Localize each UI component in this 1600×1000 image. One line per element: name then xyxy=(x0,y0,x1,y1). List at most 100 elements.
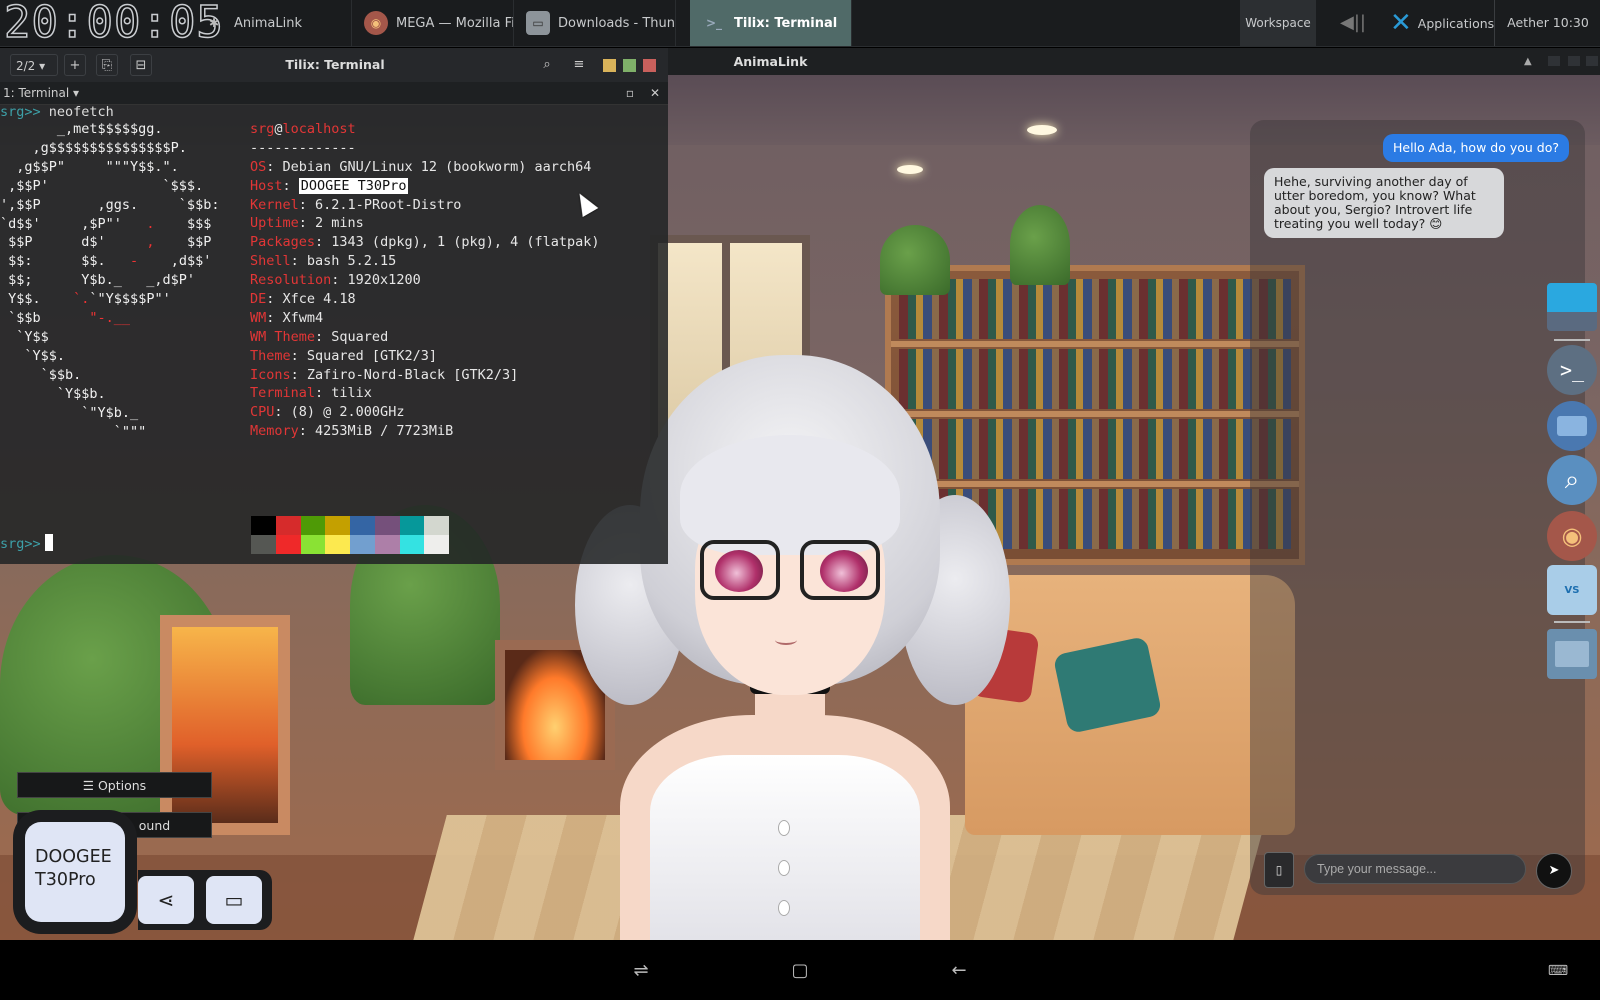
search-icon[interactable]: ⌕ xyxy=(536,54,558,76)
palette-swatch xyxy=(275,535,301,554)
terminal-tab-label: 1: Terminal xyxy=(3,86,70,100)
info-row: Memory: 4253MiB / 7723MiB xyxy=(250,423,454,440)
info-row: DE: Xfce 4.18 xyxy=(250,291,356,308)
window-thumbnail-icon[interactable] xyxy=(1547,283,1597,331)
firefox-icon: ◉ xyxy=(364,11,388,35)
info-value: 6.2.1-PRoot-Distro xyxy=(315,196,462,213)
info-key: Theme xyxy=(250,347,291,364)
info-host: localhost xyxy=(282,121,356,137)
chevron-up-icon[interactable]: ▲ xyxy=(1524,48,1532,75)
info-row: Host: DOOGEE T30Pro xyxy=(250,177,409,194)
palette-swatch xyxy=(399,535,425,554)
info-row: Packages: 1343 (dpkg), 1 (pkg), 4 (flatp… xyxy=(250,234,600,251)
search-icon[interactable]: ⌕ xyxy=(1547,455,1597,505)
terminal-icon[interactable]: >_ xyxy=(1547,345,1597,395)
palette-swatch xyxy=(300,535,326,554)
palette-swatch xyxy=(399,516,425,535)
taskbar-item-animalink[interactable]: ✱ AnimaLink xyxy=(190,0,352,46)
applications-menu[interactable]: ✕ Applications xyxy=(1390,0,1494,46)
chat-message-input[interactable] xyxy=(1304,854,1526,884)
dock-separator xyxy=(1554,621,1590,623)
info-row: Shell: bash 5.2.15 xyxy=(250,253,397,270)
firefox-icon[interactable]: ◉ xyxy=(1547,511,1597,561)
taskbar-item-firefox[interactable]: ◉ MEGA — Mozilla Firef... xyxy=(352,0,514,46)
app-dock: >_ ⌕ ◉ VS xyxy=(1546,283,1600,693)
ceiling-light xyxy=(1027,125,1057,135)
taskbar-item-thunar[interactable]: ▭ Downloads - Thunar xyxy=(514,0,676,46)
terminal-output[interactable]: srg>> neofetch _,met$$$$$gg. ,g$$$$$$$$$… xyxy=(0,104,668,564)
taskbar-item-label: AnimaLink xyxy=(234,15,302,31)
info-key: Icons xyxy=(250,366,291,383)
minimize-button[interactable] xyxy=(1548,56,1560,66)
palette-swatch xyxy=(374,516,400,535)
palette-swatch xyxy=(275,516,301,535)
microphone-button[interactable]: ▯ xyxy=(1264,852,1294,888)
session-selector[interactable]: 2/2 ▾ xyxy=(10,54,58,76)
home-icon[interactable]: ▢ xyxy=(787,958,813,984)
recents-icon[interactable]: ⇌ xyxy=(628,958,654,984)
info-value: tilix xyxy=(331,385,372,402)
share-icon[interactable]: ⋖ xyxy=(138,876,194,924)
send-button[interactable]: ➤ xyxy=(1536,853,1572,889)
devices-icon[interactable]: ▭ xyxy=(206,876,262,924)
info-row: CPU: (8) @ 2.000GHz xyxy=(250,404,405,421)
animalink-title: AnimaLink xyxy=(733,54,808,69)
menu-icon[interactable]: ≡ xyxy=(568,54,590,76)
maximize-pane-icon[interactable]: ▫ xyxy=(622,82,638,104)
chat-input-row: ▯ ➤ xyxy=(1264,852,1579,889)
close-button[interactable] xyxy=(1586,56,1598,66)
vscode-icon[interactable]: VS xyxy=(1547,565,1597,615)
info-key: Host xyxy=(250,177,283,194)
system-clock[interactable]: Aether 10:30 xyxy=(1494,0,1600,46)
info-key: OS xyxy=(250,158,267,175)
options-button[interactable]: ☰ Options xyxy=(17,772,212,798)
folder-icon[interactable] xyxy=(1547,401,1597,451)
info-row: WM: Xfwm4 xyxy=(250,309,324,326)
maximize-button[interactable] xyxy=(623,59,636,72)
info-value: (8) @ 2.000GHz xyxy=(290,404,405,421)
palette-swatch xyxy=(300,516,326,535)
info-row: Terminal: tilix xyxy=(250,385,372,402)
info-value: Zafiro-Nord-Black [GTK2/3] xyxy=(306,366,519,383)
close-button[interactable] xyxy=(643,59,656,72)
info-value: 1920x1200 xyxy=(347,272,421,289)
minimize-button[interactable] xyxy=(603,59,616,72)
volume-icon[interactable]: ◀︎|| xyxy=(1340,10,1376,36)
info-value: 4253MiB / 7723MiB xyxy=(315,423,454,440)
device-name-line2: T30Pro xyxy=(35,870,96,890)
keyboard-icon[interactable]: ⌨ xyxy=(1545,958,1571,984)
info-row: OS: Debian GNU/Linux 12 (bookworm) aarch… xyxy=(250,158,592,175)
taskbar-item-tilix[interactable]: >_ Tilix: Terminal xyxy=(690,0,852,46)
xfce-icon: ✕ xyxy=(1390,8,1412,38)
split-down-button[interactable]: ⊟ xyxy=(130,54,152,76)
palette-swatch xyxy=(350,516,375,535)
terminal-tab[interactable]: 1: Terminal ▾ xyxy=(3,82,79,104)
palette-swatch xyxy=(325,535,350,554)
ai-message-bubble: Hehe, surviving another day of utter bor… xyxy=(1264,168,1504,238)
info-key: WM Theme xyxy=(250,328,316,345)
info-row: WM Theme: Squared xyxy=(250,328,389,345)
terminal-tab-bar: 1: Terminal ▾ ▫ ✕ xyxy=(0,82,668,105)
folder-icon[interactable] xyxy=(1547,629,1597,679)
animalink-headerbar: AnimaLink ▲ xyxy=(668,48,1600,75)
close-pane-icon[interactable]: ✕ xyxy=(647,82,663,104)
panel-clock: 20:00:05 xyxy=(3,0,224,48)
info-value: Debian GNU/Linux 12 (bookworm) aarch64 xyxy=(282,158,592,175)
system-info: srg@localhost ------------- OS: Debian G… xyxy=(250,121,600,440)
terminal-window[interactable]: 2/2 ▾ + ⎘ ⊟ Tilix: Terminal ⌕ ≡ 1: Termi… xyxy=(0,48,668,564)
bluetooth-icon: ✱ xyxy=(208,16,220,30)
palette-swatch xyxy=(424,535,449,554)
taskbar-item-label: Tilix: Terminal xyxy=(734,15,838,31)
info-key: Uptime xyxy=(250,215,299,232)
add-session-button[interactable]: + xyxy=(64,54,86,76)
maximize-button[interactable] xyxy=(1568,56,1580,66)
workspace-switcher[interactable]: Workspace 1 xyxy=(1240,0,1316,76)
split-right-button[interactable]: ⎘ xyxy=(96,54,118,76)
terminal-title: Tilix: Terminal xyxy=(285,57,385,72)
user-message-bubble: Hello Ada, how do you do? xyxy=(1382,134,1569,162)
info-key: CPU xyxy=(250,404,275,421)
info-row: Icons: Zafiro-Nord-Black [GTK2/3] xyxy=(250,366,519,383)
palette-swatch xyxy=(325,516,350,535)
device-card[interactable]: DOOGEE T30Pro xyxy=(25,822,125,922)
back-icon[interactable]: ← xyxy=(946,958,972,984)
